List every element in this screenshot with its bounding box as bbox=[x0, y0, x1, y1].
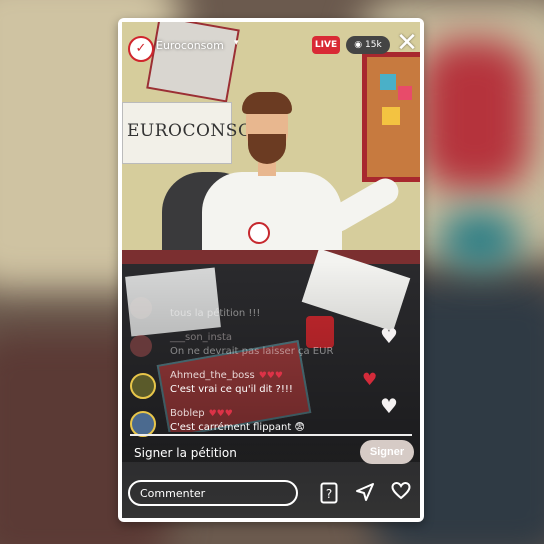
question-card-icon[interactable]: ? bbox=[318, 482, 340, 504]
comment-item: tous la pétition !!! bbox=[130, 294, 380, 326]
eye-icon: ◉ bbox=[354, 40, 363, 50]
floating-heart-icon: ♥ bbox=[380, 324, 398, 348]
channel-name[interactable]: Euroconsom bbox=[156, 39, 224, 52]
avatar bbox=[130, 297, 152, 319]
svg-text:?: ? bbox=[326, 487, 332, 501]
floating-heart-icon: ♥ bbox=[380, 394, 398, 418]
heart-badge-icon: ♥♥♥ bbox=[258, 371, 283, 381]
phone-frame: EUROCONSOM ✓ Euroconsom ▾ LIVE ◉ 15k ✕ t… bbox=[118, 18, 424, 522]
viewer-count-value: 15k bbox=[365, 40, 382, 50]
close-icon[interactable]: ✕ bbox=[394, 30, 420, 56]
petition-bar: Signer la pétition Signer bbox=[122, 438, 420, 466]
presenter-neck bbox=[258, 162, 276, 176]
avatar bbox=[130, 335, 152, 357]
comment-text: tous la pétition !!! bbox=[170, 308, 261, 319]
stream-header: ✓ Euroconsom ▾ LIVE ◉ 15k ✕ bbox=[122, 22, 420, 66]
blurred-object bbox=[440, 210, 520, 270]
comment-text: C'est vrai ce qu'il dit ?!!! bbox=[170, 384, 293, 395]
heart-icon[interactable] bbox=[390, 481, 412, 504]
comment-feed: tous la pétition !!! ___son_insta On ne … bbox=[130, 294, 380, 446]
comment-item: ___son_insta On ne devrait pas laisser ç… bbox=[130, 332, 380, 364]
brand-logo-icon[interactable]: ✓ bbox=[128, 36, 154, 62]
avatar bbox=[130, 373, 156, 399]
heart-badge-icon: ♥♥♥ bbox=[208, 409, 233, 419]
sticky-note bbox=[382, 107, 400, 125]
comment-text: On ne devrait pas laisser ça EUR bbox=[170, 346, 334, 357]
comment-input[interactable] bbox=[128, 480, 298, 506]
live-stream-screen: EUROCONSOM ✓ Euroconsom ▾ LIVE ◉ 15k ✕ t… bbox=[122, 22, 420, 518]
comment-author-name: Ahmed_the_boss bbox=[170, 370, 255, 381]
comment-item: Ahmed_the_boss ♥♥♥ C'est vrai ce qu'il di… bbox=[130, 370, 380, 402]
comment-author: ___son_insta bbox=[170, 332, 233, 343]
sticky-note bbox=[398, 86, 412, 100]
blurred-pinboard bbox=[420, 40, 530, 190]
floating-heart-icon: ♥ bbox=[362, 370, 378, 390]
viewer-count: ◉ 15k bbox=[346, 36, 390, 54]
send-icon[interactable] bbox=[354, 482, 376, 504]
comment-text: C'est carrément flippant 😨 bbox=[170, 422, 305, 433]
petition-label: Signer la pétition bbox=[134, 446, 237, 460]
comment-author: Ahmed_the_boss ♥♥♥ bbox=[170, 370, 283, 381]
bottom-toolbar: ? bbox=[122, 474, 420, 514]
comment-author-name: Boblep bbox=[170, 408, 205, 419]
divider bbox=[130, 434, 412, 436]
brand-badge bbox=[248, 222, 270, 244]
brand-poster: EUROCONSOM bbox=[122, 102, 270, 164]
presenter-hair bbox=[242, 92, 292, 114]
chevron-down-icon[interactable]: ▾ bbox=[234, 38, 239, 48]
sticky-note bbox=[380, 74, 396, 90]
sign-button[interactable]: Signer bbox=[360, 440, 414, 464]
comment-author: Boblep ♥♥♥ bbox=[170, 408, 233, 419]
live-badge: LIVE bbox=[312, 36, 340, 54]
